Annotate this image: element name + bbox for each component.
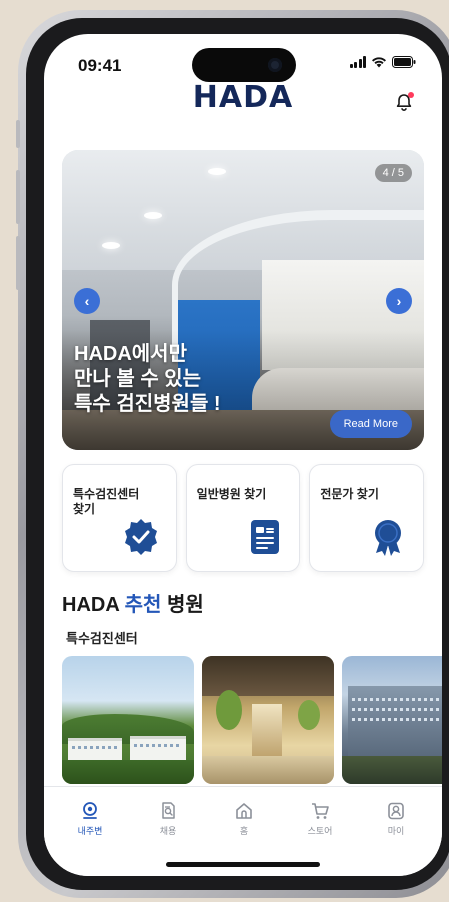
card-find-expert[interactable]: 전문가 찾기 xyxy=(309,464,425,572)
card-label: 일반병원 찾기 xyxy=(196,487,267,501)
section-title-prefix: HADA xyxy=(62,594,125,616)
battery-icon xyxy=(392,56,416,68)
app-screen: 09:41 HADA 4 / 5 ‹ › HADA에서만 만나 볼 수 있는 특… xyxy=(44,34,442,876)
quick-menu: 특수검진센터 찾기 일반병원 찾기 전문가 찾기 xyxy=(62,464,425,572)
banner-title-line: HADA에서만 xyxy=(74,343,187,365)
read-more-button[interactable]: Read More xyxy=(329,410,412,438)
banner-title-line: 만나 볼 수 있는 xyxy=(74,368,202,390)
tab-nearby[interactable]: 내주변 xyxy=(60,801,120,837)
home-icon xyxy=(236,803,252,819)
tab-label: 홈 xyxy=(239,826,249,836)
banner-image-detail xyxy=(102,242,120,249)
home-indicator[interactable] xyxy=(166,862,320,867)
signal-icon xyxy=(349,56,366,68)
banner-title-line: 특수 검진병원들 ! xyxy=(74,393,221,415)
tab-store[interactable]: 스토어 xyxy=(290,801,350,837)
side-button xyxy=(16,236,20,290)
profile-icon xyxy=(388,802,404,820)
badge-check-icon xyxy=(125,519,157,555)
banner-image-detail xyxy=(208,168,226,175)
tab-home[interactable]: 홈 xyxy=(214,801,274,837)
chevron-left-icon[interactable]: ‹ xyxy=(74,288,100,314)
wifi-icon xyxy=(372,57,386,68)
camera-icon xyxy=(268,58,282,72)
card-label: 전문가 찾기 xyxy=(320,487,379,501)
job-search-icon xyxy=(162,802,175,819)
tab-label: 마이 xyxy=(387,826,405,836)
location-icon xyxy=(83,802,97,819)
card-label: 특수검진센터 찾기 xyxy=(73,487,140,516)
card-general-hospital[interactable]: 일반병원 찾기 xyxy=(185,464,301,572)
dynamic-island xyxy=(192,48,296,82)
logo-text: HADA xyxy=(192,80,294,115)
hero-banner[interactable]: 4 / 5 ‹ › HADA에서만 만나 볼 수 있는 특수 검진병원들 ! R… xyxy=(62,150,424,450)
section-title-accent: 추천 xyxy=(124,594,162,616)
hada-logo[interactable]: HADA xyxy=(44,80,442,115)
section-subtitle: 특수검진센터 xyxy=(66,631,138,646)
tab-my[interactable]: 마이 xyxy=(366,801,426,837)
card-special-checkup[interactable]: 특수검진센터 찾기 xyxy=(62,464,177,572)
banner-image-detail xyxy=(144,212,162,219)
chevron-right-icon[interactable]: › xyxy=(386,288,412,314)
tab-label: 채용 xyxy=(159,826,177,836)
document-icon xyxy=(250,520,279,554)
banner-title: HADA에서만 만나 볼 수 있는 특수 검진병원들 ! xyxy=(74,342,294,417)
notification-badge xyxy=(408,92,414,98)
notification-bell-icon[interactable] xyxy=(394,92,414,112)
hospital-thumbnail[interactable] xyxy=(202,656,334,784)
status-time: 09:41 xyxy=(78,56,122,75)
hospital-thumbnail[interactable] xyxy=(342,656,442,784)
cart-icon xyxy=(312,803,329,819)
tab-label: 스토어 xyxy=(307,826,333,836)
status-icons xyxy=(349,56,417,68)
hospital-carousel xyxy=(62,656,442,784)
award-icon xyxy=(375,520,402,556)
tab-label: 내주변 xyxy=(77,826,103,836)
slide-counter: 4 / 5 xyxy=(374,164,412,182)
section-title-suffix: 병원 xyxy=(161,594,204,616)
side-button xyxy=(16,170,20,224)
hospital-thumbnail[interactable] xyxy=(62,656,194,784)
side-button xyxy=(16,120,20,148)
section-title: HADA 추천 병원 xyxy=(62,588,204,617)
tab-jobs[interactable]: 채용 xyxy=(138,801,198,837)
